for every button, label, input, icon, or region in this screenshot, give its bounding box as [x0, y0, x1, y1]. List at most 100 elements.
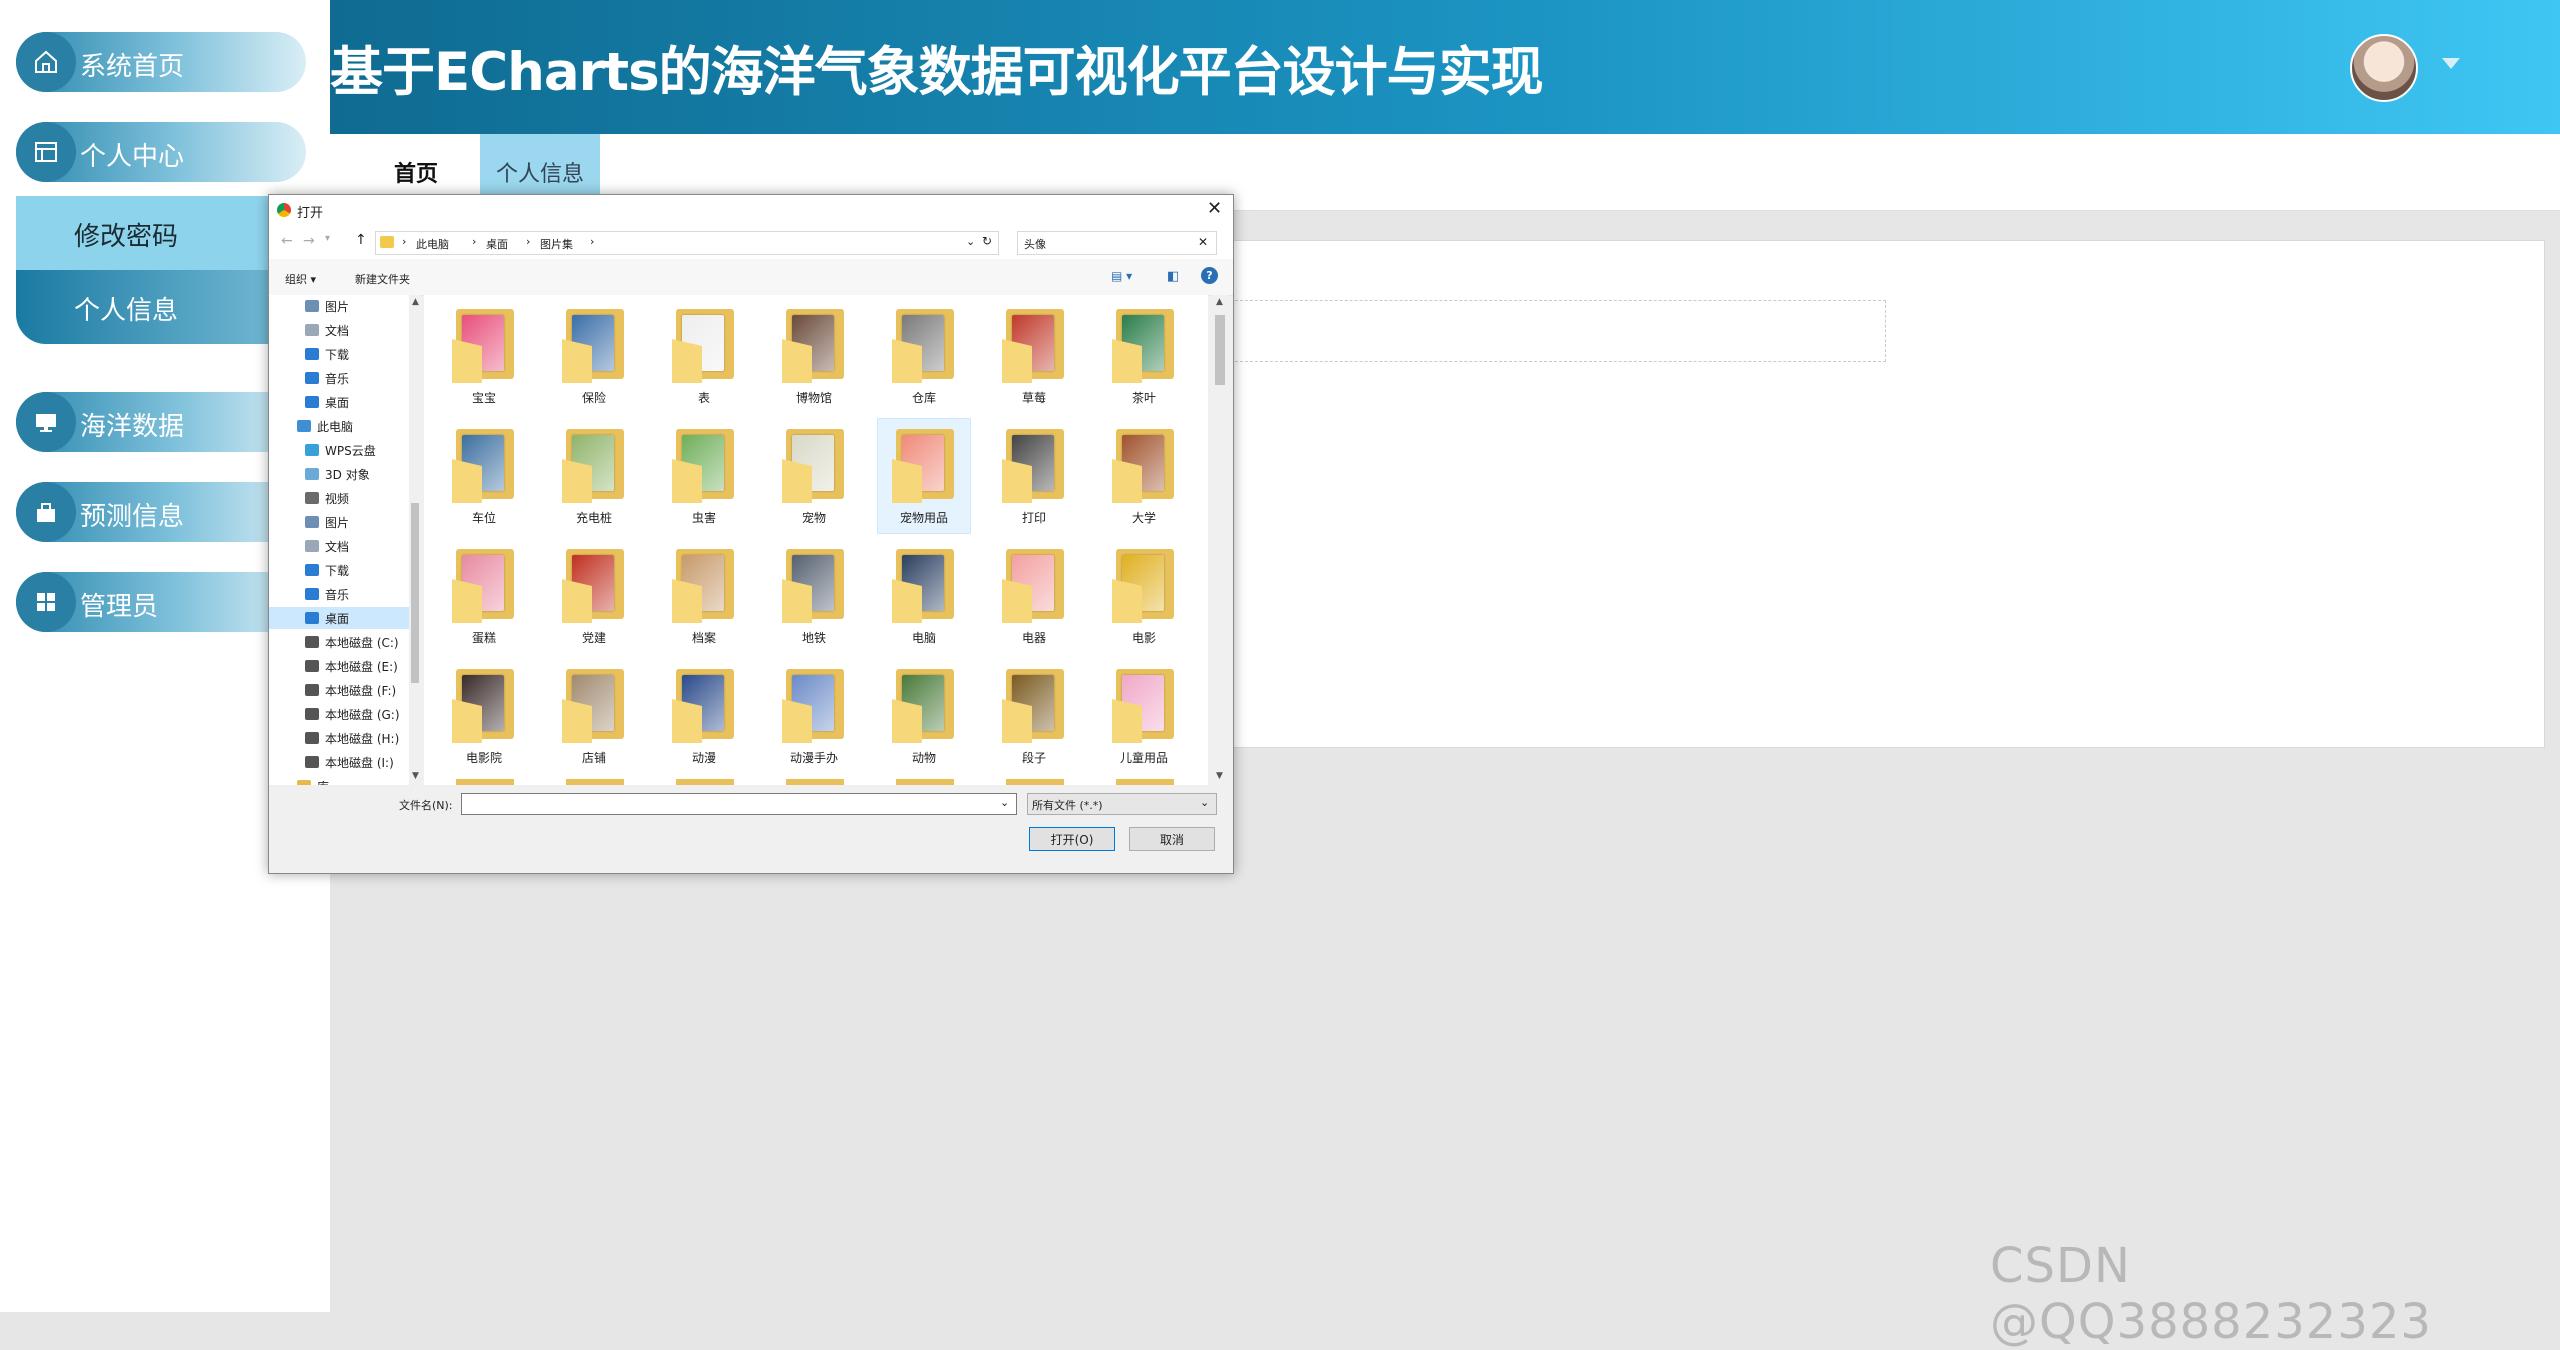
folder-item[interactable]: 儿童用品: [1098, 659, 1190, 773]
folder-item[interactable]: 保险: [548, 299, 640, 413]
new-folder-button[interactable]: 新建文件夹: [355, 271, 410, 287]
header: 基于ECharts的海洋气象数据可视化平台设计与实现: [330, 0, 2560, 134]
nav-item[interactable]: 音乐: [269, 367, 421, 389]
forward-icon[interactable]: →: [303, 233, 315, 249]
dropdown-icon[interactable]: ▾: [325, 233, 330, 244]
nav-item[interactable]: 桌面: [269, 607, 421, 629]
folder-item[interactable]: 段子: [988, 659, 1080, 773]
chevron-down-icon[interactable]: ⌄: [966, 235, 975, 248]
close-icon[interactable]: ✕: [1207, 198, 1222, 219]
folder-item[interactable]: 电影: [1098, 539, 1190, 653]
help-icon[interactable]: ?: [1201, 267, 1218, 284]
folder-label: 段子: [1021, 751, 1046, 765]
folder-label: 车位: [471, 511, 496, 525]
upload-area[interactable]: [1230, 300, 1886, 362]
up-icon[interactable]: ↑: [355, 232, 367, 248]
folder-item[interactable]: 打印: [988, 419, 1080, 533]
nav-item[interactable]: 本地磁盘 (C:): [269, 631, 421, 653]
nav-item-label: 本地磁盘 (E:): [325, 659, 398, 674]
folder-item[interactable]: 电影院: [438, 659, 530, 773]
breadcrumb-item[interactable]: 图片集: [540, 236, 573, 252]
nav-item[interactable]: 图片: [269, 295, 421, 317]
folder-item[interactable]: 宝宝: [438, 299, 530, 413]
folder-item[interactable]: 动物: [878, 659, 970, 773]
filetype-select[interactable]: 所有文件 (*.*) ⌄: [1027, 793, 1217, 815]
folder-item[interactable]: 表: [658, 299, 750, 413]
folder-flap: [672, 459, 702, 503]
folder-item[interactable]: 电器: [988, 539, 1080, 653]
breadcrumb-item[interactable]: 桌面: [486, 236, 508, 252]
folder-item[interactable]: 档案: [658, 539, 750, 653]
separator-icon: ›: [590, 235, 595, 248]
back-icon[interactable]: ←: [281, 233, 293, 249]
folder-item[interactable]: 大学: [1098, 419, 1190, 533]
navigation-scrollbar[interactable]: ▲ ▼: [409, 295, 421, 785]
folder-item[interactable]: 充电桩: [548, 419, 640, 533]
folder-item[interactable]: 草莓: [988, 299, 1080, 413]
folder-item[interactable]: 地铁: [768, 539, 860, 653]
folder-flap: [672, 579, 702, 623]
folder-item[interactable]: 店铺: [548, 659, 640, 773]
folder-item[interactable]: 电脑: [878, 539, 970, 653]
nav-item[interactable]: 本地磁盘 (H:): [269, 727, 421, 749]
address-bar[interactable]: › 此电脑 › 桌面 › 图片集 › ⌄ ↻: [375, 231, 999, 255]
nav-item-label: 本地磁盘 (H:): [325, 731, 400, 746]
nav-icon: [305, 636, 319, 648]
folder-item[interactable]: 博物馆: [768, 299, 860, 413]
nav-item[interactable]: 文档: [269, 319, 421, 341]
nav-icon: [305, 300, 319, 312]
nav-item[interactable]: 3D 对象: [269, 463, 421, 485]
nav-item[interactable]: 库: [269, 775, 421, 785]
folder-item[interactable]: 宠物: [768, 419, 860, 533]
preview-pane-icon[interactable]: ◧: [1167, 269, 1179, 284]
chevron-down-icon[interactable]: ⌄: [1000, 796, 1009, 809]
menu-item-ocean-data[interactable]: 海洋数据: [16, 392, 306, 452]
card-icon: [16, 122, 76, 182]
view-icon[interactable]: ▤ ▾: [1111, 269, 1132, 283]
filename-input[interactable]: ⌄: [461, 793, 1017, 815]
refresh-icon[interactable]: ↻: [982, 234, 992, 248]
menu-item-home[interactable]: 系统首页: [16, 32, 306, 92]
folder-item[interactable]: 党建: [548, 539, 640, 653]
folder-item[interactable]: 车位: [438, 419, 530, 533]
menu-item-admin[interactable]: 管理员: [16, 572, 306, 632]
nav-item[interactable]: 音乐: [269, 583, 421, 605]
avatar[interactable]: [2350, 34, 2418, 102]
menu-item-forecast[interactable]: 预测信息: [16, 482, 306, 542]
nav-item[interactable]: 文档: [269, 535, 421, 557]
chevron-down-icon[interactable]: [2442, 58, 2460, 69]
file-list-scrollbar[interactable]: ▲ ▼: [1212, 295, 1228, 785]
nav-item[interactable]: 本地磁盘 (E:): [269, 655, 421, 677]
nav-item[interactable]: 图片: [269, 511, 421, 533]
folder-item[interactable]: 动漫: [658, 659, 750, 773]
folder-item[interactable]: 仓库: [878, 299, 970, 413]
menu-item-personal-center[interactable]: 个人中心: [16, 122, 306, 182]
folder-flap: [452, 699, 482, 743]
search-input[interactable]: 头像 ✕: [1017, 231, 1217, 255]
open-button[interactable]: 打开(O): [1029, 827, 1115, 851]
nav-icon: [305, 732, 319, 744]
folder-flap: [1112, 699, 1142, 743]
folder-item[interactable]: 动漫手办: [768, 659, 860, 773]
organize-button[interactable]: 组织 ▾: [285, 271, 316, 287]
folder-item[interactable]: 蛋糕: [438, 539, 530, 653]
nav-item[interactable]: WPS云盘: [269, 439, 421, 461]
nav-item[interactable]: 本地磁盘 (I:): [269, 751, 421, 773]
nav-item[interactable]: 视频: [269, 487, 421, 509]
cancel-button[interactable]: 取消: [1129, 827, 1215, 851]
folder-item[interactable]: 茶叶: [1098, 299, 1190, 413]
nav-item[interactable]: 下载: [269, 343, 421, 365]
nav-item-label: 视频: [325, 491, 350, 506]
nav-item[interactable]: 下载: [269, 559, 421, 581]
nav-item[interactable]: 本地磁盘 (G:): [269, 703, 421, 725]
nav-item[interactable]: 本地磁盘 (F:): [269, 679, 421, 701]
breadcrumb-item[interactable]: 此电脑: [416, 236, 449, 252]
clear-icon[interactable]: ✕: [1198, 235, 1208, 249]
folder-item[interactable]: 宠物用品: [877, 418, 971, 534]
folder-item[interactable]: 虫害: [658, 419, 750, 533]
nav-icon: [305, 492, 319, 504]
nav-item[interactable]: 此电脑: [269, 415, 421, 437]
bag-icon: [16, 482, 76, 542]
nav-item[interactable]: 桌面: [269, 391, 421, 413]
nav-icon: [305, 612, 319, 624]
